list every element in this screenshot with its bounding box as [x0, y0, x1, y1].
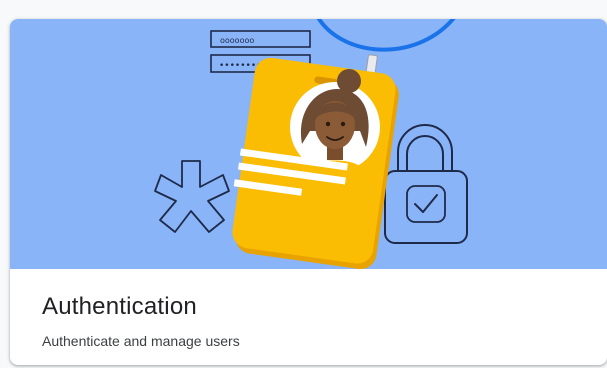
card-title: Authentication: [42, 293, 197, 320]
authentication-card[interactable]: ooooooo •••••••••• Authentication Authen…: [10, 19, 607, 365]
card-subtitle: Authenticate and manage users: [42, 333, 240, 349]
authentication-illustration: ooooooo ••••••••••: [154, 19, 468, 269]
card-body: Authentication Authenticate and manage u…: [10, 269, 607, 365]
asterisk-icon: [154, 160, 230, 233]
card-illustration: ooooooo ••••••••••: [10, 19, 607, 269]
id-badge-icon: [232, 54, 399, 269]
lanyard-icon: [316, 19, 456, 52]
padlock-check-icon: [384, 124, 468, 244]
username-field-text: ooooooo: [220, 36, 254, 45]
